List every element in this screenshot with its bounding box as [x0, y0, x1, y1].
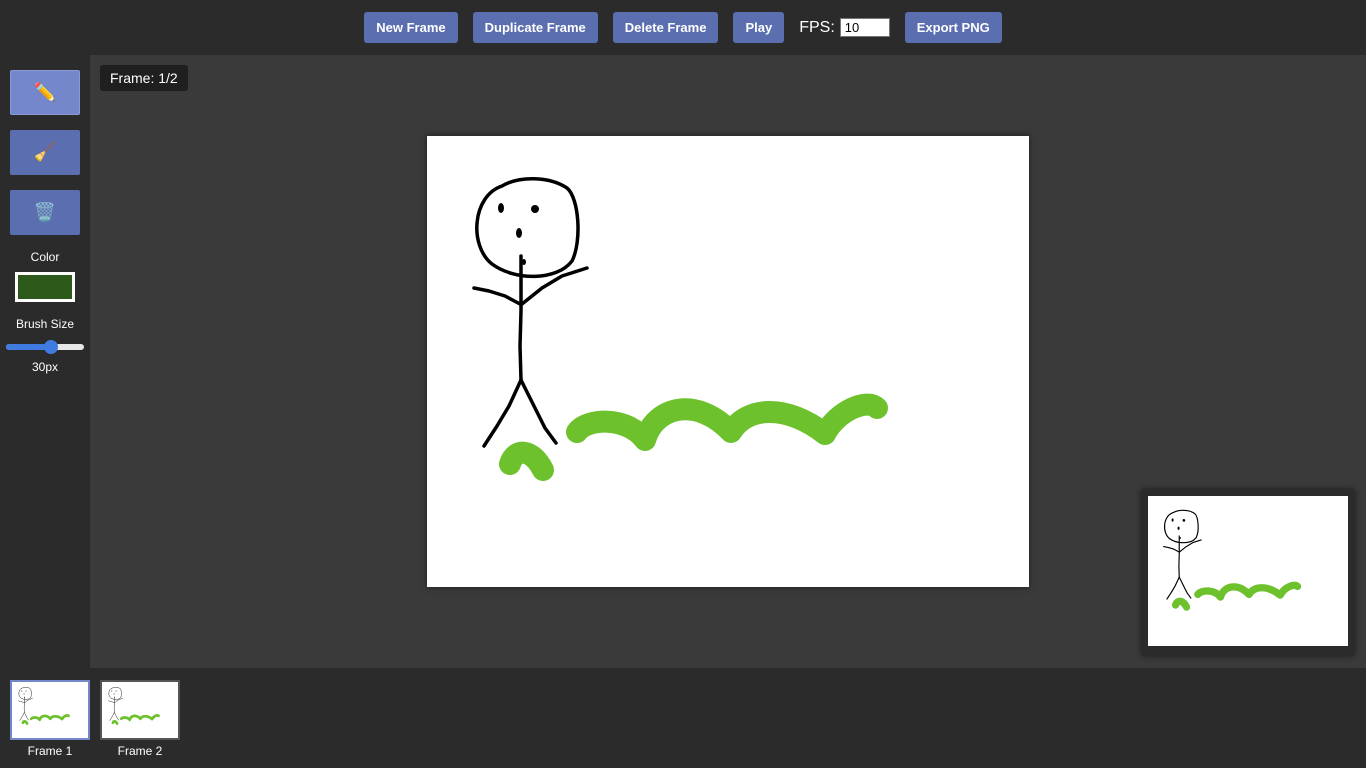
- drawing-svg: [472, 177, 888, 481]
- preview-drawing: [1148, 496, 1348, 646]
- brush-size-label: Brush Size: [15, 317, 75, 331]
- pencil-tool-button[interactable]: ✏️: [10, 70, 80, 115]
- trash-icon: 🗑️: [33, 202, 57, 222]
- frame-label-2: Frame 2: [117, 744, 163, 758]
- top-toolbar: New Frame Duplicate Frame Delete Frame P…: [0, 0, 1366, 55]
- stick-figure-leg-right: [519, 378, 558, 445]
- frame-label-1: Frame 1: [27, 744, 73, 758]
- stick-figure-head: [475, 177, 580, 279]
- stick-figure-leg-left: [482, 378, 523, 448]
- broom-icon: 🧹: [33, 142, 57, 162]
- stick-figure-arm-left: [472, 286, 522, 306]
- fps-label: FPS:: [799, 18, 835, 36]
- frame-indicator: Frame: 1/2: [100, 65, 188, 91]
- stick-figure-eye-left: [498, 203, 504, 213]
- export-png-button[interactable]: Export PNG: [904, 12, 1002, 43]
- drawing-canvas[interactable]: [427, 136, 1029, 587]
- stick-figure-eye-right: [531, 205, 539, 213]
- brush-size-slider[interactable]: [6, 340, 84, 354]
- frame-thumbnail-2[interactable]: [100, 680, 180, 740]
- eraser-tool-button[interactable]: 🧹: [10, 130, 80, 175]
- stick-figure-mouth: [522, 259, 526, 265]
- frame-thumbnail-1[interactable]: [10, 680, 90, 740]
- drawing-strokes: [472, 177, 888, 481]
- slider-thumb[interactable]: [44, 340, 58, 354]
- delete-frame-button[interactable]: Delete Frame: [612, 12, 719, 43]
- new-frame-button[interactable]: New Frame: [364, 12, 458, 43]
- frame-thumbnail-drawing: [107, 685, 160, 725]
- tool-sidebar: ✏️ 🧹 🗑️ Color Brush Size 30px: [0, 55, 90, 668]
- animation-preview: [1148, 496, 1348, 646]
- frame-thumbnail-drawing: [17, 685, 70, 725]
- animation-preview-panel: [1141, 489, 1355, 656]
- frame-timeline: Frame 1 Frame 2: [0, 668, 1366, 768]
- brush-size-value: 30px: [31, 360, 59, 374]
- color-swatch[interactable]: [15, 272, 75, 302]
- duplicate-frame-button[interactable]: Duplicate Frame: [472, 12, 598, 43]
- fps-input[interactable]: [839, 18, 890, 37]
- pencil-icon: ✏️: [33, 82, 57, 102]
- grass-stroke-long: [566, 393, 888, 451]
- stick-figure-body: [518, 254, 523, 382]
- clear-tool-button[interactable]: 🗑️: [10, 190, 80, 235]
- stick-figure-nose: [516, 228, 522, 238]
- play-button[interactable]: Play: [733, 12, 785, 43]
- fps-control: FPS:: [799, 18, 890, 37]
- grass-stroke-small: [499, 441, 554, 481]
- color-label: Color: [30, 250, 60, 264]
